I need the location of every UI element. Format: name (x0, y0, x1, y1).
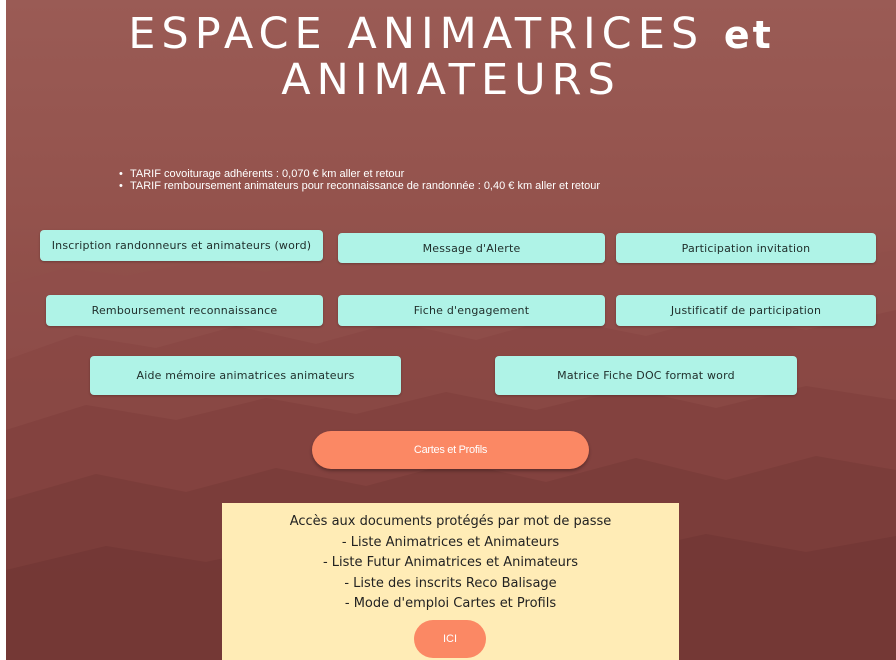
protected-documents-box: Accès aux documents protégés par mot de … (222, 503, 679, 660)
ici-button[interactable]: ICI (414, 620, 486, 658)
protected-doc-item: - Liste des inscrits Reco Balisage (344, 575, 557, 591)
tarif-remboursement: TARIF remboursement animateurs pour reco… (116, 180, 600, 192)
title-text: ESPACE ANIMATRICES (128, 9, 705, 59)
matrice-fiche-button[interactable]: Matrice Fiche DOC format word (495, 356, 797, 395)
justificatif-participation-button[interactable]: Justificatif de participation (616, 295, 876, 326)
message-alerte-button[interactable]: Message d'Alerte (338, 233, 605, 263)
inscription-button[interactable]: Inscription randonneurs et animateurs (w… (40, 230, 323, 261)
page-background: ESPACE ANIMATRICES et ANIMATEURS TARIF c… (6, 0, 896, 660)
protected-doc-item: - Liste Animatrices et Animateurs (341, 534, 560, 550)
title-et: et (723, 13, 774, 57)
protected-doc-item: - Liste Futur Animatrices et Animateurs (322, 555, 579, 570)
fiche-engagement-button[interactable]: Fiche d'engagement (338, 295, 605, 326)
participation-invitation-button[interactable]: Participation invitation (616, 233, 876, 263)
tarif-list: TARIF covoiturage adhérents : 0,070 € km… (116, 168, 600, 192)
remboursement-reconnaissance-button[interactable]: Remboursement reconnaissance (46, 295, 323, 326)
protected-documents-list: Accès aux documents protégés par mot de … (222, 512, 679, 615)
tarif-covoiturage: TARIF covoiturage adhérents : 0,070 € km… (116, 168, 600, 180)
protected-doc-item: - Mode d'emploi Cartes et Profils (344, 596, 557, 611)
page-title-line2: ANIMATEURS (281, 55, 621, 105)
cartes-profils-button[interactable]: Cartes et Profils (312, 431, 589, 469)
protected-documents-heading: Accès aux documents protégés par mot de … (289, 514, 612, 529)
aide-memoire-button[interactable]: Aide mémoire animatrices animateurs (90, 356, 401, 395)
